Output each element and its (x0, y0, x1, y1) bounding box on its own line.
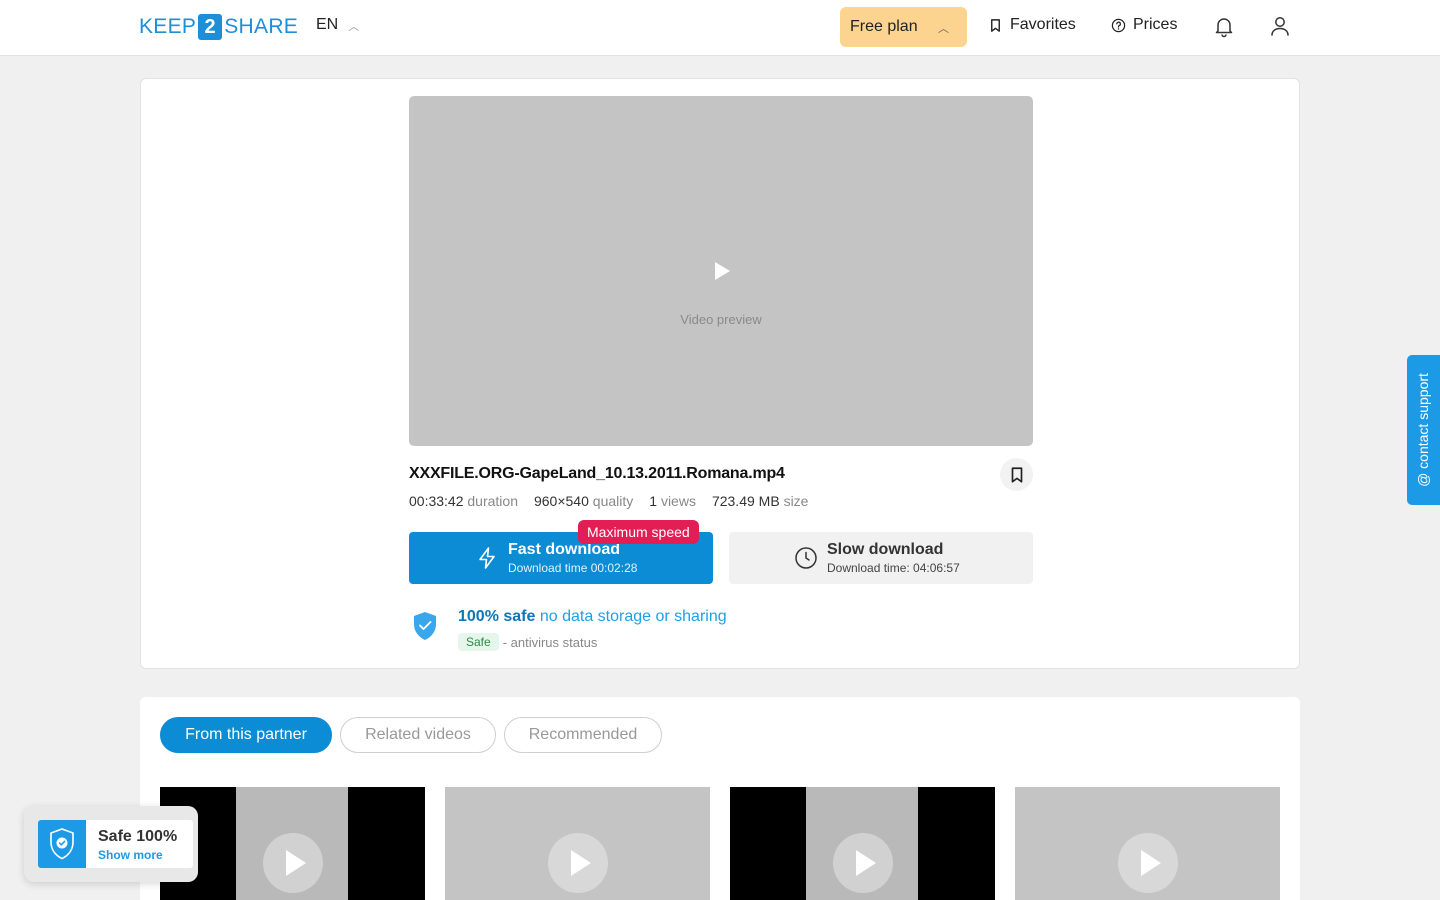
play-button-icon (548, 833, 608, 893)
logo-share-text: SHARE (224, 15, 299, 38)
play-button-icon (833, 833, 893, 893)
video-thumbnail[interactable] (160, 787, 425, 900)
contact-support-label: @ contact support (1415, 373, 1431, 487)
logo-2-mark: 2 (198, 14, 223, 40)
lightning-icon (479, 547, 495, 569)
prices-label: Prices (1133, 16, 1178, 33)
video-thumbnail[interactable] (445, 787, 710, 900)
safe-popup-box: Safe 100% Show more (38, 820, 193, 868)
slow-download-time: Download time: 04:06:57 (827, 561, 960, 575)
free-plan-button[interactable]: Free plan ︿ (840, 7, 967, 47)
meta-size: 723.49 MB size (712, 493, 809, 509)
bookmark-button[interactable] (1000, 458, 1033, 491)
antivirus-status: Safe - antivirus status (458, 633, 597, 651)
slow-download-button[interactable]: Slow download Download time: 04:06:57 (729, 532, 1033, 584)
antivirus-safe-pill: Safe (458, 633, 499, 651)
video-preview[interactable]: Video preview (409, 96, 1033, 446)
plan-label: Free plan (850, 18, 918, 35)
bookmark-icon (991, 18, 1000, 32)
top-header: KEEP 2 SHARE EN ︿ Free plan ︿ Favorites Pr… (0, 0, 1440, 56)
play-icon (715, 262, 730, 280)
meta-quality: 960×540 quality (534, 493, 633, 509)
tab-from-this-partner[interactable]: From this partner (160, 717, 332, 753)
safe-popup-title: Safe 100% (98, 828, 178, 845)
size-label: size (783, 493, 809, 509)
shield-check-icon (50, 828, 74, 860)
duration-value: 00:33:42 (409, 493, 464, 509)
language-selector[interactable]: EN ︿ (316, 16, 359, 34)
language-label: EN (316, 16, 339, 33)
duration-label: duration (467, 493, 518, 509)
safety-rest: no data storage or sharing (539, 608, 727, 625)
quality-label: quality (592, 493, 634, 509)
logo-keep-text: KEEP (139, 15, 197, 38)
slow-download-label: Slow download (827, 541, 944, 558)
meta-views: 1 views (649, 493, 696, 509)
safety-line: 100% safe no data storage or sharing (458, 608, 727, 626)
views-value: 1 (649, 493, 658, 509)
maximum-speed-badge: Maximum speed (578, 520, 699, 544)
user-account-icon[interactable] (1268, 14, 1292, 38)
keep2share-logo[interactable]: KEEP 2 SHARE (139, 14, 298, 40)
related-section: From this partner Related videos Recomme… (140, 697, 1300, 900)
bookmark-icon (1011, 466, 1022, 483)
contact-support-tab[interactable]: @ contact support (1407, 355, 1440, 505)
video-thumbnail[interactable] (1015, 787, 1280, 900)
help-circle-icon (1111, 18, 1126, 32)
prices-link[interactable]: Prices (1111, 16, 1177, 34)
clock-icon (795, 547, 817, 569)
file-meta: 00:33:42 duration 960×540 quality 1 view… (409, 493, 808, 509)
fast-download-time: Download time 00:02:28 (508, 561, 638, 575)
chevron-up-icon: ︿ (938, 23, 949, 35)
tab-recommended[interactable]: Recommended (504, 717, 662, 753)
video-thumbnail[interactable] (730, 787, 995, 900)
file-card: Video preview XXXFILE.ORG-GapeLand_10.13… (140, 78, 1300, 669)
quality-value: 960×540 (533, 493, 589, 509)
show-more-link[interactable]: Show more (98, 848, 163, 862)
safe-popup-icon-box (38, 820, 86, 868)
video-preview-label: Video preview (680, 312, 762, 327)
safe-popup[interactable]: Safe 100% Show more (24, 806, 198, 882)
size-value: 723.49 MB (711, 493, 780, 509)
notifications-bell-icon[interactable] (1212, 14, 1236, 38)
play-button-icon (1118, 833, 1178, 893)
file-title: XXXFILE.ORG-GapeLand_10.13.2011.Romana.m… (409, 465, 785, 482)
chevron-up-icon: ︿ (348, 21, 360, 33)
favorites-link[interactable]: Favorites (988, 16, 1076, 34)
safety-bold: 100% safe (458, 608, 536, 625)
play-button-icon (263, 833, 323, 893)
favorites-label: Favorites (1010, 16, 1076, 33)
shield-check-icon (414, 612, 436, 640)
antivirus-status-text: - antivirus status (502, 634, 598, 650)
meta-duration: 00:33:42 duration (409, 493, 518, 509)
views-label: views (660, 493, 696, 509)
tab-related-videos[interactable]: Related videos (340, 717, 496, 753)
